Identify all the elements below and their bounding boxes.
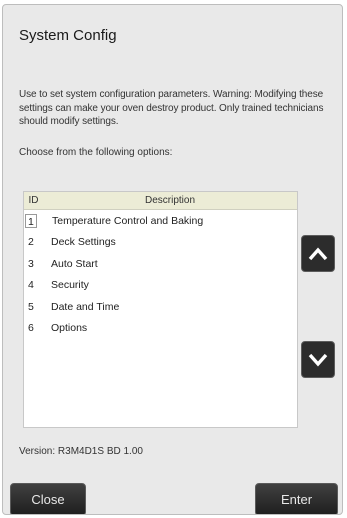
item-label: Temperature Control and Baking (52, 214, 204, 227)
item-id: 4 (28, 279, 34, 292)
item-id: 3 (28, 257, 34, 270)
item-label: Auto Start (51, 257, 98, 270)
item-id: 6 (28, 322, 34, 335)
version-label: Version: R3M4D1S BD 1.00 (19, 446, 143, 457)
dialog-description: Use to set system configuration paramete… (19, 89, 324, 127)
header-id: ID (28, 195, 39, 206)
list-header: ID Description (24, 192, 297, 210)
list-item[interactable]: 3 Auto Start (24, 253, 297, 275)
scroll-up-button[interactable] (301, 235, 335, 272)
item-label: Security (51, 279, 89, 292)
chevron-up-icon (308, 246, 328, 260)
options-prompt: Choose from the following options: (19, 147, 173, 158)
list-item[interactable]: 5 Date and Time (24, 296, 297, 318)
item-id: 1 (25, 213, 37, 228)
item-id: 2 (28, 236, 34, 249)
item-label: Options (51, 322, 88, 335)
item-label: Deck Settings (51, 236, 116, 249)
list-item[interactable]: 2 Deck Settings (24, 232, 297, 254)
list-item[interactable]: 4 Security (24, 275, 297, 297)
list-item[interactable]: 6 Options (24, 318, 297, 340)
enter-button[interactable]: Enter (255, 483, 338, 514)
options-list: ID Description 1 Temperature Control and… (23, 191, 298, 428)
system-config-dialog: System Config Use to set system configur… (2, 4, 343, 515)
item-id: 5 (28, 300, 34, 313)
list-item[interactable]: 1 Temperature Control and Baking (24, 210, 297, 232)
header-description: Description (144, 195, 196, 206)
chevron-down-icon (308, 353, 328, 367)
dialog-title: System Config (19, 27, 117, 44)
close-button[interactable]: Close (10, 483, 86, 514)
item-label: Date and Time (51, 300, 120, 313)
scroll-down-button[interactable] (301, 341, 335, 378)
